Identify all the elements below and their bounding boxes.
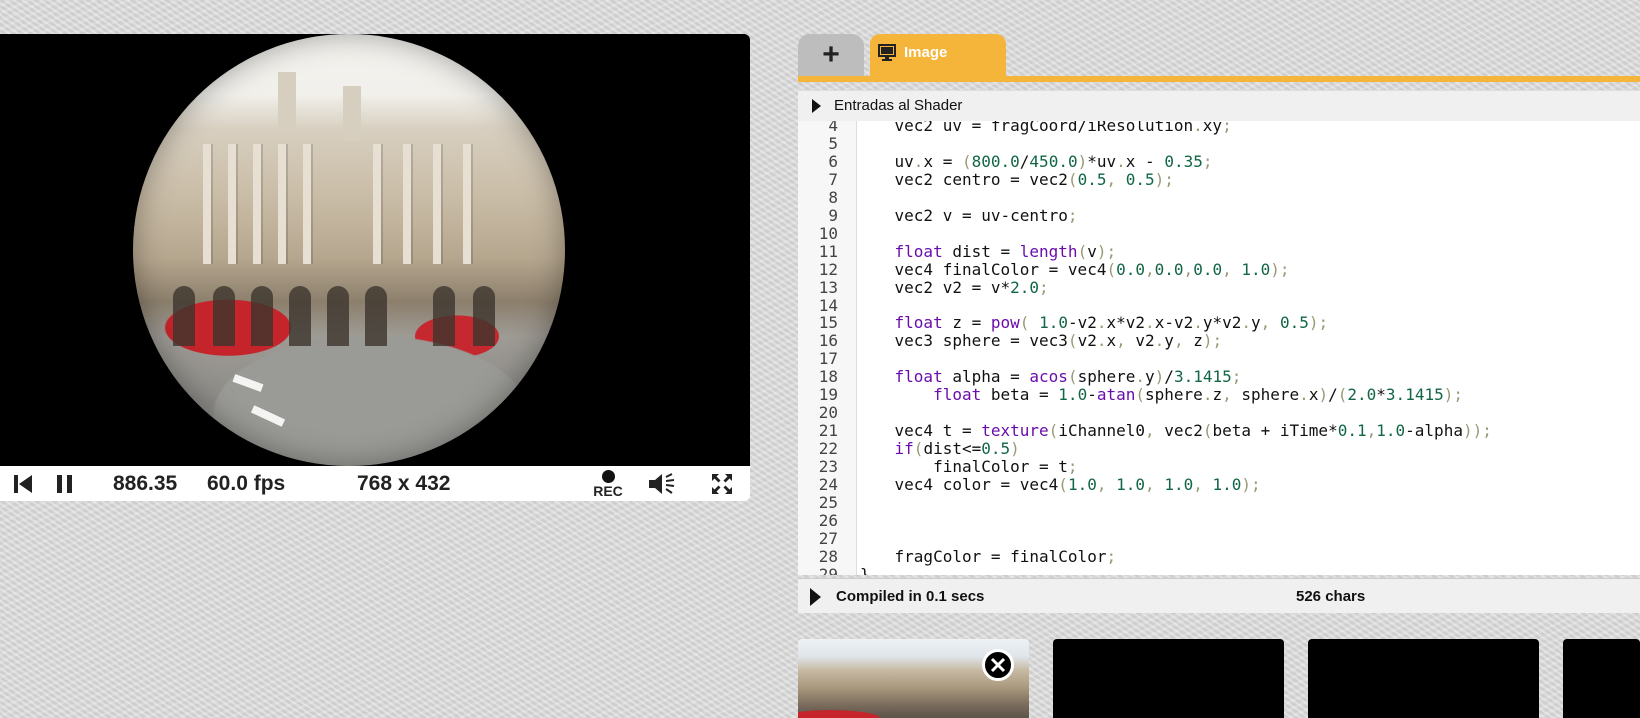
triangle-right-icon [812,99,821,113]
building-column [203,144,211,264]
add-tab-button[interactable]: + [798,34,864,76]
channel-1[interactable] [1053,639,1284,718]
fps-readout: 60.0 fps [207,472,286,495]
line-number: 9 [828,205,838,225]
code-line: vec2 uv = fragCoord/iResolution.xy; [856,121,1232,135]
line-number-gutter: 4 5 6 7 8 9 10 11 12 13 14 15 16 17 18 19 20 21 22 23 24 25 26… [798,121,857,575]
code-line: if(dist<=0.5) [894,439,1020,459]
code-line: vec2 v2 = v*2.0; [856,277,1049,297]
line-number: 28 [818,546,838,566]
code-line: float alpha = acos(sphere.y)/3.1415; [894,367,1242,387]
code-line: float beta = 1.0-atan(sphere.z, sphere.x… [933,385,1463,405]
code-line: finalColor = t; [856,457,1078,477]
close-icon[interactable] [982,649,1014,681]
line-number: 23 [818,457,838,477]
line-number: 18 [818,367,838,387]
code-line: float z = pow( 1.0-v2.x*v2.x-v2.y*v2.y, … [894,313,1329,333]
code-line: vec3 sphere = vec3(v2.x, v2.y, z); [856,331,1223,351]
line-number: 26 [818,510,838,530]
code-editor[interactable]: 4 5 6 7 8 9 10 11 12 13 14 15 16 17 18 19 20 21 22 23 24 25 26… [798,121,1640,575]
building-arch [251,286,273,346]
building-column [433,144,441,264]
code-line: float dist = length(v); [894,241,1117,261]
road-arrow-marking [250,405,286,427]
code-line: vec2 centro = vec2(0.5, 0.5); [856,169,1174,189]
line-number: 25 [818,492,838,512]
building-column [278,144,286,264]
tab-image[interactable]: Image [870,34,1006,76]
line-number: 8 [828,187,838,207]
building-column [373,144,381,264]
monitor-icon [878,44,896,67]
line-number: 17 [818,349,838,369]
building-column [463,144,471,264]
building-arch [433,286,455,346]
building-arch [473,286,495,346]
char-count: 526 chars [1296,588,1366,605]
building-chimney [278,72,296,127]
line-number: 11 [818,241,838,261]
pause-icon[interactable] [54,473,76,495]
channel-0-texture[interactable] [798,639,1029,718]
add-icon: + [822,38,840,71]
line-number: 6 [828,151,838,171]
resolution-readout: 768 x 432 [357,472,451,495]
shader-canvas[interactable] [0,34,750,466]
record-button[interactable]: REC [591,468,625,500]
code-line: vec2 v = uv-centro; [856,205,1078,225]
line-number: 5 [828,133,838,153]
building-arch [327,286,349,346]
compile-status-bar: Compiled in 0.1 secs 526 chars [798,578,1640,613]
line-number: 12 [818,259,838,279]
building-column [228,144,236,264]
line-number: 14 [818,295,838,315]
line-number: 7 [828,169,838,189]
shader-viewer: 886.35 60.0 fps 768 x 432 REC [0,34,750,501]
tab-underline [798,76,1640,82]
shader-inputs-toggle[interactable]: Entradas al Shader [798,90,1640,122]
line-number: 29 [818,564,838,575]
record-icon [601,469,615,483]
code-line: } [860,564,870,575]
building-arch [365,286,387,346]
time-readout: 886.35 [113,472,178,495]
fullscreen-icon[interactable] [710,472,734,496]
code-line: vec4 finalColor = vec4(0.0,0.0,0.0, 1.0)… [856,259,1290,279]
line-number: 20 [818,403,838,423]
code-line: vec4 color = vec4(1.0, 1.0, 1.0, 1.0); [856,475,1261,494]
tab-image-label: Image [904,44,948,61]
channel-3[interactable] [1563,639,1640,718]
building-column [403,144,411,264]
building-arch [213,286,235,346]
line-number: 19 [818,385,838,405]
line-number: 22 [818,439,838,459]
road-arrow-marking [232,374,264,392]
line-number: 21 [818,421,838,441]
shader-inputs-label: Entradas al Shader [834,97,963,114]
code-line: fragColor = finalColor; [856,546,1117,566]
building-column [303,144,311,264]
code-line: vec4 t = texture(iChannel0, vec2(beta + … [856,421,1492,441]
line-number: 15 [818,313,838,333]
line-number: 27 [818,528,838,548]
channel-2[interactable] [1308,639,1539,718]
rewind-icon[interactable] [12,473,34,495]
building-column [253,144,261,264]
building-arch [289,286,311,346]
building-chimney [343,86,361,141]
line-number: 10 [818,223,838,243]
line-number: 24 [818,475,838,494]
line-number: 16 [818,331,838,351]
volume-icon[interactable] [648,471,676,497]
triangle-right-icon[interactable] [810,588,821,606]
code-line: uv.x = (800.0/450.0)*uv.x - 0.35; [856,151,1213,171]
fisheye-sphere-render [133,34,565,466]
shader-tabs: + Image [798,34,1640,82]
line-number: 13 [818,277,838,297]
record-label: REC [593,482,623,499]
line-number: 4 [828,121,838,135]
player-controls: 886.35 60.0 fps 768 x 432 REC [0,466,750,501]
building-arch [173,286,195,346]
compile-status: Compiled in 0.1 secs [836,588,985,605]
